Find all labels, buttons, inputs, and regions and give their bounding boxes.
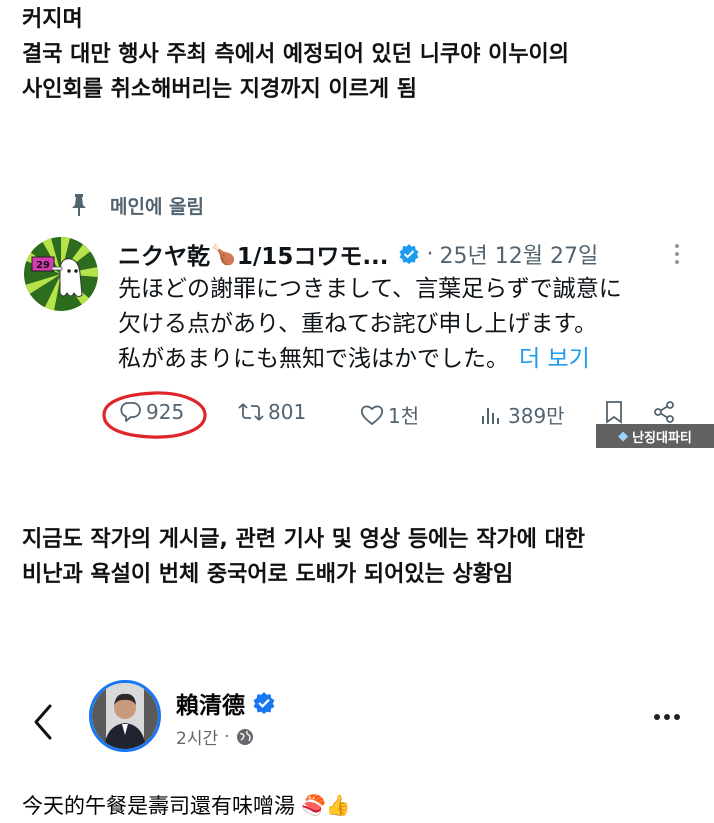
- avatar-image: 29: [24, 237, 98, 311]
- avatar-image: [92, 683, 158, 749]
- verified-badge-icon: [399, 244, 419, 264]
- more-options-icon[interactable]: [672, 240, 682, 268]
- bookmark-button[interactable]: [604, 400, 628, 424]
- share-button[interactable]: [652, 400, 680, 424]
- fb-name-row: 賴清德: [176, 686, 275, 720]
- fb-post-text: 今天的午餐是壽司還有味噌湯: [22, 794, 295, 818]
- repost-count: 801: [268, 400, 307, 424]
- repost-icon: [238, 403, 264, 421]
- watermark: ◆ 난징대파티: [596, 424, 714, 448]
- views-icon: [482, 407, 499, 424]
- caption-line: 커지며: [22, 7, 83, 32]
- bookmark-icon: [606, 401, 622, 424]
- pinned-indicator: 메인에 올림: [72, 192, 204, 218]
- display-name-tail[interactable]: 1/15コワモ...: [237, 237, 389, 271]
- red-annotation-circle: [102, 391, 207, 439]
- fb-post-time[interactable]: 2시간: [176, 724, 218, 749]
- back-arrow-icon[interactable]: [30, 702, 56, 742]
- caption-line: 사인회를 취소해버리는 지경까지 이르게 됨: [22, 77, 417, 102]
- fb-post-meta: 2시간 ·: [176, 724, 254, 749]
- like-button[interactable]: 1천: [360, 400, 419, 429]
- caption-top: 커지며 결국 대만 행사 주최 측에서 예정되어 있던 니쿠야 이누이의 사인회…: [22, 2, 569, 107]
- avatar-sign-text: 29: [36, 260, 50, 271]
- display-name[interactable]: ニクヤ乾: [118, 237, 210, 271]
- caption-middle: 지금도 작가의 게시글, 관련 기사 및 영상 등에는 작가에 대한 비난과 욕…: [22, 522, 585, 592]
- fb-author-name[interactable]: 賴清德: [176, 686, 245, 720]
- post-header: ニクヤ乾 🍗 1/15コワモ... · 25년 12월 27일: [118, 236, 598, 272]
- post-text-line: 先ほどの謝罪につきまして、言葉足らずで誠意に: [118, 276, 622, 302]
- heart-icon: [360, 405, 384, 425]
- post-text-line: 欠ける点があり、重ねてお詫び申し上げます。: [118, 311, 598, 337]
- sushi-thumbs-up-emoji: 🍣👍: [301, 793, 351, 817]
- x-post-card: 메인에 올림 29 ニクヤ乾 🍗 1/15コワモ... · 25년 12월 27: [0, 180, 714, 450]
- more-options-icon[interactable]: [652, 714, 682, 720]
- pinned-label: 메인에 올림: [110, 195, 205, 218]
- caption-line: 비난과 욕설이 번체 중국어로 도배가 되어있는 상황임: [22, 562, 514, 587]
- fb-post-text-row: 今天的午餐是壽司還有味噌湯 🍣👍: [22, 790, 351, 820]
- pin-icon: [72, 194, 86, 216]
- repost-button[interactable]: 801: [238, 400, 306, 424]
- chicken-emoji: 🍗: [211, 242, 236, 266]
- fb-post-card: 賴清德 2시간 · 今天的午餐是壽司還有味噌湯 🍣👍: [0, 680, 714, 823]
- profile-avatar[interactable]: [89, 680, 161, 752]
- verified-badge-icon: [253, 692, 275, 714]
- view-count: 389만: [508, 404, 565, 428]
- post-text-line: 私があまりにも無知で浅はかでした。: [118, 346, 509, 372]
- watermark-text: 난징대파티: [632, 430, 692, 446]
- post-text-line-last: 私があまりにも無知で浅はかでした。 더 보기: [118, 342, 708, 377]
- post-date[interactable]: 25년 12월 27일: [440, 238, 599, 270]
- meta-separator: ·: [224, 726, 230, 747]
- like-count: 1천: [388, 404, 420, 428]
- show-more-link[interactable]: 더 보기: [519, 346, 590, 372]
- post-text: 先ほどの謝罪につきまして、言葉足らずで誠意に 欠ける点があり、重ねてお詫び申し上…: [118, 272, 708, 377]
- caption-line: 결국 대만 행사 주최 측에서 예정되어 있던 니쿠야 이누이의: [22, 42, 570, 67]
- globe-icon: [236, 728, 253, 745]
- views-button[interactable]: 389만: [480, 400, 565, 429]
- header-dot: ·: [426, 241, 434, 267]
- caption-line: 지금도 작가의 게시글, 관련 기사 및 영상 등에는 작가에 대한: [22, 527, 586, 552]
- watermark-logo-icon: ◆: [618, 428, 629, 444]
- avatar[interactable]: 29: [24, 237, 98, 311]
- share-icon: [654, 401, 674, 423]
